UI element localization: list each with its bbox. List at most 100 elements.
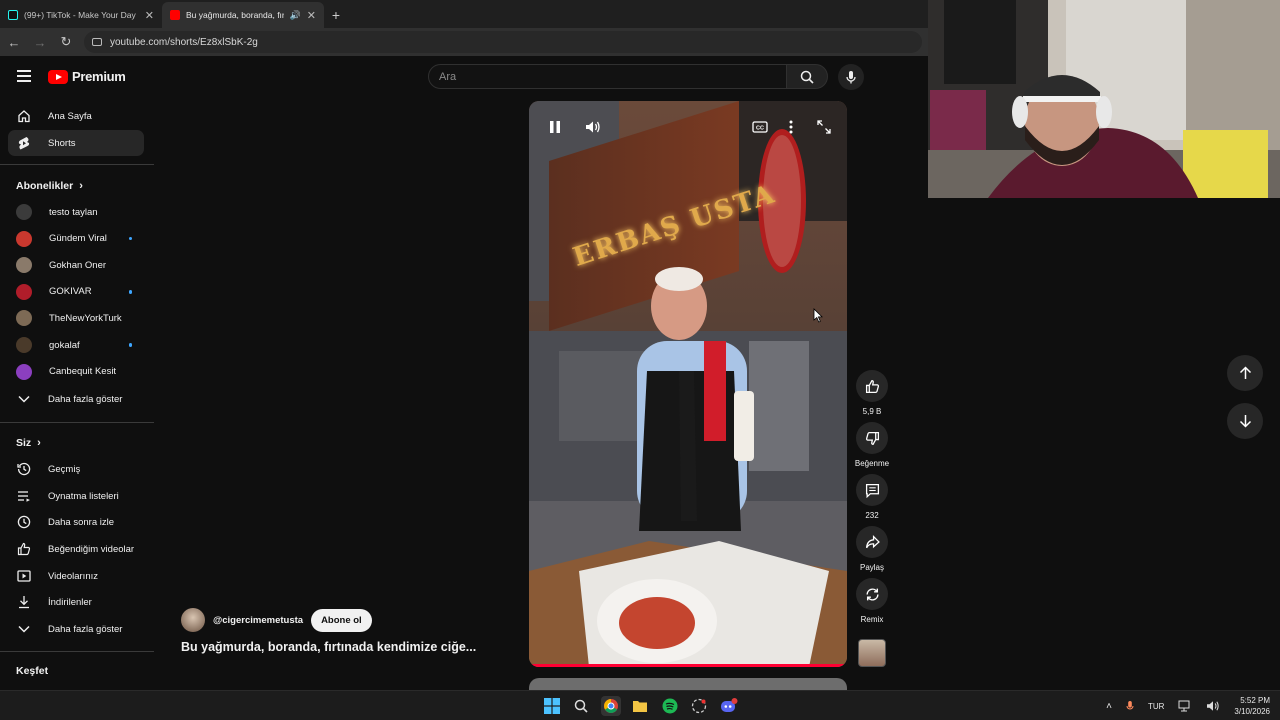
search-input[interactable]: Ara (428, 64, 788, 89)
close-tab-icon[interactable]: ✕ (145, 9, 154, 22)
previous-short-button[interactable] (1227, 355, 1263, 391)
folder-icon (633, 701, 647, 712)
sidebar-item-label: Geçmiş (48, 463, 81, 475)
chevron-right-icon: › (79, 180, 83, 192)
comments-button[interactable] (856, 474, 888, 506)
you-heading[interactable]: Siz › (16, 437, 41, 449)
new-content-dot (128, 236, 132, 241)
sidebar-item-shorts[interactable]: Shorts (8, 130, 144, 156)
pause-button[interactable] (540, 112, 570, 142)
dislike-button[interactable] (856, 422, 888, 454)
more-options-button[interactable] (776, 112, 806, 142)
sidebar-item-your-videos[interactable]: Videolarınız (8, 563, 144, 589)
taskbar-search-button[interactable] (571, 696, 591, 716)
microphone-icon[interactable] (1126, 700, 1134, 712)
sidebar-item-label: Oynatma listeleri (48, 490, 119, 502)
fullscreen-button[interactable] (809, 112, 839, 142)
sidebar-item-subscription[interactable]: testo taylan (8, 199, 144, 225)
youtube-play-icon (48, 69, 68, 84)
home-icon (16, 109, 31, 124)
channel-avatar (16, 310, 32, 327)
tab-youtube-short[interactable]: Bu yağmurda, boranda, fırtı 🔊 ✕ (162, 2, 324, 28)
sidebar-item-downloads[interactable]: İndirilenler (8, 589, 144, 615)
channel-avatar (16, 204, 32, 220)
channel-avatar (16, 257, 32, 274)
taskbar-file-explorer[interactable] (630, 696, 650, 716)
sidebar-item-label: Videolarınız (48, 570, 98, 582)
mouse-cursor-icon (813, 308, 823, 323)
sidebar-item-playlists[interactable]: Oynatma listeleri (8, 483, 144, 509)
youtube-icon (170, 10, 180, 20)
sidebar-item-label: gokalaf (49, 339, 80, 351)
sidebar-item-home[interactable]: Ana Sayfa (8, 103, 144, 129)
thumbs-up-icon (865, 379, 879, 393)
tab-tiktok[interactable]: (99+) TikTok - Make Your Day ✕ (0, 2, 162, 28)
subscriptions-heading[interactable]: Abonelikler › (16, 180, 83, 192)
youtube-logo[interactable]: Premium (48, 69, 126, 84)
sidebar-item-subscription[interactable]: GOKIVAR (8, 279, 144, 305)
close-tab-icon[interactable]: ✕ (307, 9, 316, 22)
tiktok-icon (8, 10, 18, 20)
address-bar: ← → ↻ youtube.com/shorts/Ez8xlSbK-2g (0, 28, 928, 56)
sidebar-item-history[interactable]: Geçmiş (8, 456, 144, 482)
captions-button[interactable]: CC (745, 112, 775, 142)
site-info-icon[interactable] (92, 38, 102, 46)
new-tab-button[interactable]: + (324, 2, 348, 28)
arrow-down-icon (1239, 415, 1251, 428)
clock[interactable]: 5:52 PM 3/10/2026 (1234, 695, 1270, 717)
sidebar-show-more-subscriptions[interactable]: Daha fazla göster (8, 386, 144, 412)
divider (0, 422, 154, 423)
start-button[interactable] (542, 696, 562, 716)
volume-icon[interactable] (1206, 700, 1220, 712)
remix-button[interactable] (856, 578, 888, 610)
sidebar-item-subscription[interactable]: TheNewYorkTurk (8, 305, 144, 331)
reload-icon[interactable]: ↻ (58, 34, 74, 50)
back-icon[interactable]: ← (6, 35, 22, 50)
taskbar-app[interactable] (689, 696, 709, 716)
sidebar-item-watch-later[interactable]: Daha sonra izle (8, 509, 144, 535)
forward-icon[interactable]: → (32, 35, 48, 50)
like-button[interactable] (856, 370, 888, 402)
captions-icon: CC (752, 121, 768, 133)
input-language[interactable]: TUR (1148, 702, 1164, 711)
sidebar-item-subscription[interactable]: Canbequit Kesit (8, 359, 144, 385)
network-icon[interactable] (1178, 700, 1192, 712)
sidebar-item-subscription[interactable]: gokalaf (8, 332, 144, 358)
sidebar-item-label: TheNewYorkTurk (49, 312, 122, 324)
explore-title: Keşfet (16, 665, 49, 677)
discord-icon (721, 698, 738, 712)
comment-count: 232 (865, 511, 879, 520)
taskbar-discord[interactable] (719, 696, 739, 716)
search-button[interactable] (786, 64, 828, 89)
sidebar-show-more-you[interactable]: Daha fazla göster (8, 616, 144, 642)
sidebar-item-subscription[interactable]: Gokhan Oner (8, 252, 144, 278)
share-button[interactable] (856, 526, 888, 558)
expand-icon (817, 120, 831, 134)
mute-button[interactable] (578, 112, 608, 142)
new-content-dot (128, 343, 132, 347)
shorts-video-player[interactable]: ERBAŞ USTA CC (529, 101, 847, 667)
chevron-up-icon[interactable]: ˄ (1106, 701, 1112, 712)
menu-icon[interactable] (17, 70, 31, 86)
sound-thumbnail[interactable] (858, 639, 886, 667)
taskbar-chrome[interactable] (601, 696, 621, 716)
voice-search-button[interactable] (838, 64, 864, 90)
short-title[interactable]: Bu yağmurda, boranda, fırtınada kendimiz… (181, 640, 481, 654)
channel-info: @cigercimemetusta Abone ol (181, 608, 372, 632)
taskbar-spotify[interactable] (660, 696, 680, 716)
sidebar-item-liked-videos[interactable]: Beğendiğim videolar (8, 536, 144, 562)
channel-avatar[interactable] (181, 608, 205, 632)
sidebar-item-label: Shorts (48, 137, 76, 149)
channel-name[interactable]: @cigercimemetusta (213, 615, 303, 626)
url-field[interactable]: youtube.com/shorts/Ez8xlSbK-2g (84, 31, 922, 53)
you-title: Siz (16, 437, 32, 449)
next-short-button[interactable] (1227, 403, 1263, 439)
speaker-icon[interactable]: 🔊 (290, 10, 301, 21)
subscribe-button[interactable]: Abone ol (311, 608, 372, 632)
search-placeholder: Ara (439, 70, 457, 83)
sidebar-item-label: Daha fazla göster (48, 623, 123, 635)
sidebar-item-subscription[interactable]: Gündem Viral (8, 226, 144, 252)
share-action: Paylaş (852, 526, 892, 572)
next-short-preview[interactable] (529, 678, 847, 690)
system-tray: ˄ TUR 5:52 PM 3/10/2026 (1106, 691, 1270, 720)
